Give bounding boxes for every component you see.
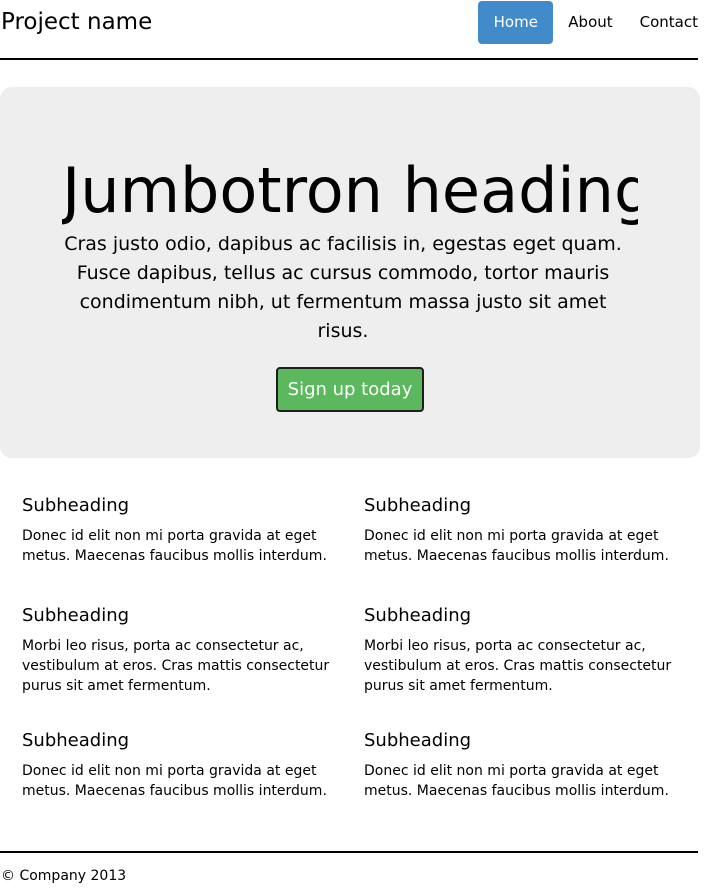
marketing-block: Subheading Donec id elit non mi porta gr… [22,494,352,566]
subheading: Subheading [22,495,130,516]
marketing-text: Donec id elit non mi porta gravida at eg… [22,528,327,564]
marketing-text: Donec id elit non mi porta gravida at eg… [364,763,669,799]
jumbotron-heading: Jumbotron heading [62,157,638,227]
header: Project name Home About Contact [0,0,698,60]
subheading: Subheading [364,730,472,751]
subheading: Subheading [22,730,130,751]
marketing-block: Subheading Morbi leo risus, porta ac con… [364,604,694,696]
nav-about-link[interactable]: About [568,1,612,44]
subheading: Subheading [364,495,472,516]
subheading: Subheading [22,605,130,626]
marketing-text: Donec id elit non mi porta gravida at eg… [364,528,669,564]
marketing-block: Subheading Donec id elit non mi porta gr… [22,729,352,801]
marketing-block: Subheading Morbi leo risus, porta ac con… [22,604,352,696]
brand-title: Project name [1,9,153,35]
footer-divider [0,851,698,853]
marketing-block: Subheading Donec id elit non mi porta gr… [364,494,694,566]
marketing-text: Morbi leo risus, porta ac consectetur ac… [22,638,330,694]
subheading: Subheading [364,605,472,626]
nav-contact-link[interactable]: Contact [640,1,698,44]
footer-copyright: © Company 2013 [1,868,127,884]
page: Project name Home About Contact Jumbotro… [0,0,713,891]
marketing-text: Morbi leo risus, porta ac consectetur ac… [364,638,672,694]
marketing-text: Donec id elit non mi porta gravida at eg… [22,763,327,799]
marketing-block: Subheading Donec id elit non mi porta gr… [364,729,694,801]
jumbotron: Jumbotron heading Cras justo odio, dapib… [0,87,700,458]
jumbotron-text: Cras justo odio, dapibus ac facilisis in… [64,233,622,342]
sign-up-button[interactable]: Sign up today [276,367,424,412]
nav-home-link[interactable]: Home [478,1,554,44]
nav: Home About Contact [478,1,698,44]
